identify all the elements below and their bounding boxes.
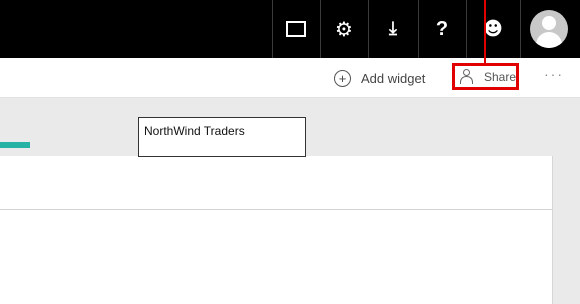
fullscreen-button[interactable] <box>272 0 320 58</box>
dashboard-tile[interactable]: NorthWind Traders <box>138 117 306 157</box>
divider <box>0 209 553 210</box>
gear-icon: ⚙ <box>335 17 353 41</box>
share-icon <box>460 68 474 84</box>
tile-title: NorthWind Traders <box>144 124 245 138</box>
callout-line <box>484 0 486 66</box>
feedback-button[interactable]: ☻ <box>466 0 520 58</box>
download-icon: ⤓ <box>389 18 397 39</box>
avatar-body <box>536 32 562 48</box>
top-bar: ⚙ ⤓ ? ☻ <box>0 0 580 58</box>
avatar[interactable] <box>530 10 568 48</box>
share-label: Share <box>483 69 516 84</box>
fullscreen-icon <box>286 21 306 37</box>
add-widget-button[interactable]: + Add widget <box>334 66 425 90</box>
separator <box>520 0 521 58</box>
feedback-icon: ☻ <box>483 17 503 40</box>
settings-button[interactable]: ⚙ <box>320 0 368 58</box>
plus-circle-icon: + <box>334 69 351 87</box>
download-button[interactable]: ⤓ <box>368 0 418 58</box>
share-button[interactable]: Share <box>452 63 519 90</box>
help-icon: ? <box>435 17 449 40</box>
help-button[interactable]: ? <box>418 0 466 58</box>
avatar-head <box>542 16 556 30</box>
more-options-button[interactable]: ··· <box>544 66 564 82</box>
dashboard-canvas <box>0 156 553 304</box>
accent-tile-edge <box>0 142 30 148</box>
add-widget-label: Add widget <box>361 70 426 86</box>
action-bar: + Add widget Share ··· <box>0 58 580 98</box>
